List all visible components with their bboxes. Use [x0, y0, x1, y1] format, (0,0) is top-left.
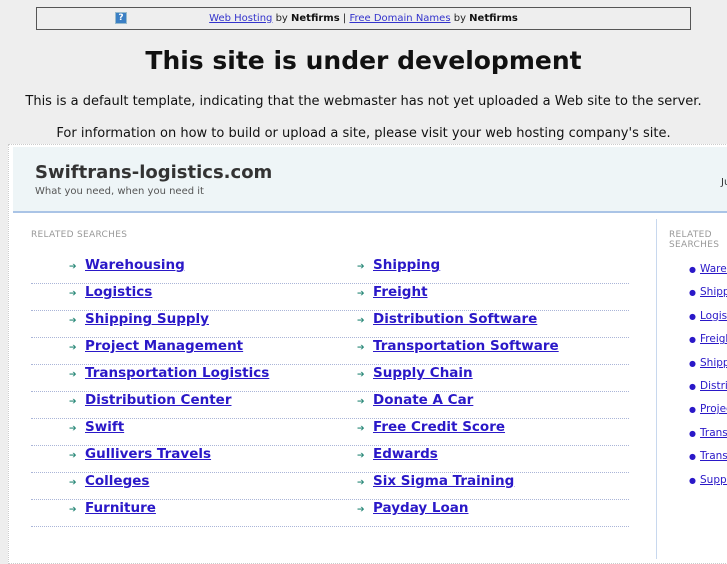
sidebar-link[interactable]: Transportation Logistics: [700, 450, 727, 462]
related-link[interactable]: Colleges: [85, 473, 149, 489]
arrow-icon: ➔: [69, 505, 77, 515]
related-link[interactable]: Supply Chain: [373, 365, 473, 381]
arrow-icon: ➔: [357, 478, 365, 488]
arrow-icon: ➔: [69, 478, 77, 488]
related-link[interactable]: Swift: [85, 419, 124, 435]
bullet-icon: ●: [689, 265, 696, 274]
bullet-icon: ●: [689, 311, 696, 321]
related-link[interactable]: Project Management: [85, 338, 243, 354]
related-searches-label: RELATED SEARCHES: [31, 230, 128, 240]
bullet-icon: ●: [689, 358, 696, 368]
link-row: ➔ Shipping Supply ➔ Distribution Softwar…: [31, 311, 629, 338]
site-name: Swiftrans-logistics.com: [35, 162, 273, 183]
arrow-icon: ➔: [357, 451, 365, 461]
sidebar-link[interactable]: Warehousing: [700, 263, 727, 275]
bullet-icon: ●: [689, 475, 696, 485]
sidebar-link[interactable]: Freight: [700, 333, 727, 345]
sidebar-link[interactable]: Distribution Software: [700, 380, 727, 392]
related-link[interactable]: Distribution Software: [373, 311, 537, 327]
bullet-icon: ●: [689, 288, 696, 298]
related-link[interactable]: Free Credit Score: [373, 419, 505, 435]
link-row: ➔ Transportation Logistics ➔ Supply Chai…: [31, 365, 629, 392]
sidebar-link[interactable]: Supply Chain: [700, 474, 727, 486]
by-text: by: [275, 13, 288, 24]
link-row: ➔ Furniture ➔ Payday Loan: [31, 500, 629, 527]
related-link[interactable]: Shipping Supply: [85, 311, 209, 327]
related-link[interactable]: Transportation Software: [373, 338, 559, 354]
related-link[interactable]: Freight: [373, 284, 428, 300]
related-link[interactable]: Donate A Car: [373, 392, 473, 408]
sidebar-link[interactable]: Shipping: [700, 286, 727, 298]
arrow-icon: ➔: [357, 262, 365, 272]
sidebar-related-searches: RELATED SEARCHES ● Warehousing ● Shipping ● L…: [664, 219, 727, 559]
bullet-icon: ●: [689, 382, 696, 391]
link-row: ➔ Warehousing ➔ Shipping: [31, 257, 629, 284]
link-row: ➔ Distribution Center ➔ Donate A Car: [31, 392, 629, 419]
bullet-icon: ●: [689, 405, 696, 415]
related-link[interactable]: Shipping: [373, 257, 440, 273]
by-text: by: [453, 13, 466, 24]
separator: |: [342, 13, 347, 24]
sidebar-link[interactable]: Transportation Software: [700, 427, 727, 439]
link-row: ➔ Gullivers Travels ➔ Edwards: [31, 446, 629, 473]
message-default-template: This is a default template, indicating t…: [25, 94, 702, 109]
arrow-icon: ➔: [357, 289, 365, 299]
web-hosting-link[interactable]: Web Hosting: [209, 13, 272, 24]
arrow-icon: ➔: [69, 316, 77, 326]
header-right-text: Ju: [721, 177, 727, 188]
arrow-icon: ➔: [69, 451, 77, 461]
related-link[interactable]: Logistics: [85, 284, 152, 300]
arrow-icon: ➔: [69, 289, 77, 299]
netfirms-brand: Netfirms: [469, 13, 518, 24]
related-link[interactable]: Transportation Logistics: [85, 365, 269, 381]
help-icon[interactable]: ?: [115, 12, 127, 24]
related-link[interactable]: Edwards: [373, 446, 438, 462]
site-tagline: What you need, when you need it: [35, 186, 204, 197]
related-link[interactable]: Payday Loan: [373, 500, 468, 516]
arrow-icon: ➔: [69, 397, 77, 407]
arrow-icon: ➔: [357, 397, 365, 407]
bullet-icon: ●: [689, 428, 696, 438]
arrow-icon: ➔: [69, 424, 77, 434]
arrow-icon: ➔: [357, 424, 365, 434]
netfirms-brand: Netfirms: [291, 13, 340, 24]
arrow-icon: ➔: [357, 316, 365, 326]
sidebar-label: RELATED SEARCHES: [669, 230, 720, 250]
page-title: This site is under development: [145, 46, 582, 75]
arrow-icon: ➔: [69, 343, 77, 353]
link-row: ➔ Swift ➔ Free Credit Score: [31, 419, 629, 446]
related-link[interactable]: Distribution Center: [85, 392, 232, 408]
arrow-icon: ➔: [357, 370, 365, 380]
arrow-icon: ➔: [357, 343, 365, 353]
link-row: ➔ Project Management ➔ Transportation So…: [31, 338, 629, 365]
free-domain-names-link[interactable]: Free Domain Names: [349, 13, 450, 24]
site-header: Swiftrans-logistics.com What you need, w…: [13, 147, 727, 213]
column-divider: [656, 219, 657, 559]
sidebar-link[interactable]: Project Management: [700, 403, 727, 415]
parked-page-frame: Swiftrans-logistics.com What you need, w…: [8, 144, 727, 564]
arrow-icon: ➔: [69, 370, 77, 380]
link-row: ➔ Colleges ➔ Six Sigma Training: [31, 473, 629, 500]
bullet-icon: ●: [689, 335, 696, 345]
link-row: ➔ Logistics ➔ Freight: [31, 284, 629, 311]
related-link[interactable]: Gullivers Travels: [85, 446, 211, 462]
sidebar-link[interactable]: Shipping Supply: [700, 357, 727, 369]
arrow-icon: ➔: [69, 262, 77, 272]
related-link[interactable]: Warehousing: [85, 257, 185, 273]
related-link[interactable]: Furniture: [85, 500, 156, 516]
sidebar-link[interactable]: Logistics: [700, 310, 727, 322]
message-info: For information on how to build or uploa…: [56, 126, 671, 141]
related-link[interactable]: Six Sigma Training: [373, 473, 514, 489]
arrow-icon: ➔: [357, 505, 365, 515]
bullet-icon: ●: [689, 452, 696, 462]
hosting-bar: ? Web Hosting by Netfirms | Free Domain …: [36, 7, 691, 30]
